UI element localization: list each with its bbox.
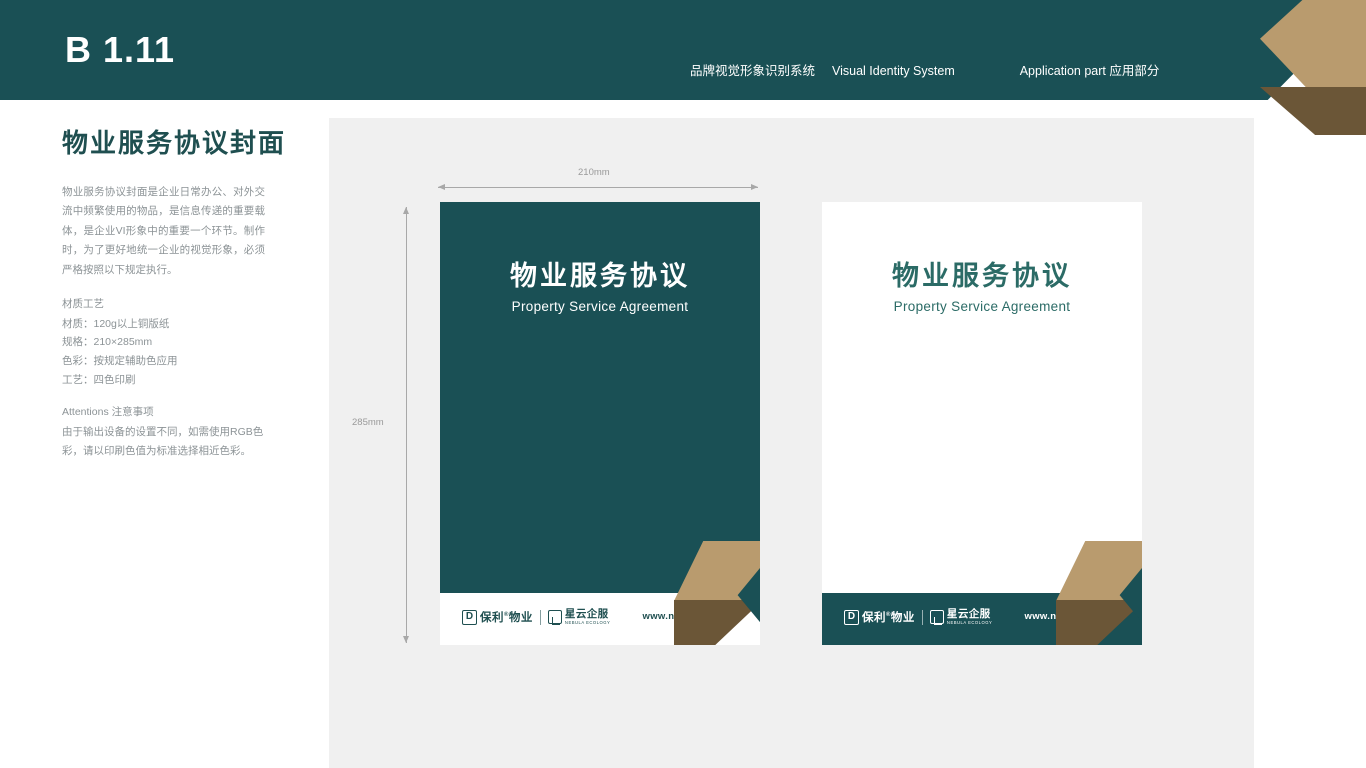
cover-preview-dark: 物业服务协议 Property Service Agreement D 保利®物… bbox=[440, 202, 760, 645]
cover-title-zone: 物业服务协议 Property Service Agreement bbox=[440, 260, 760, 314]
spec-item-size: 规格：210×285mm bbox=[62, 336, 153, 349]
dimension-width-arrow bbox=[438, 184, 758, 190]
page-code: B 1.11 bbox=[65, 29, 176, 70]
sidebar: 物业服务协议封面 物业服务协议封面是企业日常办公、对外交流中频繁使用的物品，是信… bbox=[0, 100, 329, 768]
header-meta: 品牌视觉形象识别系统 Visual Identity System Applic… bbox=[690, 60, 1159, 79]
chevron-brown-shape bbox=[1260, 87, 1366, 135]
header-section-label: Application part 应用部分 bbox=[1019, 64, 1160, 78]
nebula-mark-icon bbox=[929, 610, 944, 625]
spec-heading: 材质工艺 bbox=[62, 298, 104, 310]
logo-divider bbox=[921, 609, 923, 625]
dimension-width-label: 210mm bbox=[578, 167, 610, 178]
page-title: 物业服务协议封面 bbox=[62, 128, 287, 158]
logo-primary-text: 保利®物业 bbox=[862, 612, 915, 624]
logo-secondary-text: 星云企服 NEBULA ECOLOGY bbox=[946, 608, 993, 625]
chevron-tan-shape bbox=[1260, 0, 1366, 88]
cover-title-cn: 物业服务协议 bbox=[892, 261, 1072, 291]
chevron-brown-shape bbox=[674, 600, 760, 645]
intro-paragraph: 物业服务协议封面是企业日常办公、对外交流中频繁使用的物品，是信息传递的重要载体，… bbox=[62, 186, 265, 276]
corner-chevron-decoration bbox=[1260, 0, 1366, 135]
dimension-height-arrow bbox=[403, 207, 409, 643]
logo-lockup: D 保利®物业 星云企服 NEBULA ECOLOGY bbox=[462, 607, 610, 627]
header-meta-en: Visual Identity System bbox=[831, 64, 955, 78]
cover-preview-light: 物业服务协议 Property Service Agreement D 保利®物… bbox=[822, 202, 1142, 645]
specifications-block: 材质工艺 材质：120g以上铜版纸 规格：210×285mm 色彩：按规定辅助色… bbox=[62, 295, 277, 389]
nebula-mark-icon bbox=[547, 610, 562, 625]
header-meta-cn: 品牌视觉形象识别系统 bbox=[690, 64, 816, 78]
spec-item-process: 工艺：四色印刷 bbox=[62, 373, 136, 386]
attentions-heading: Attentions 注意事项 bbox=[62, 406, 154, 418]
logo-secondary-text: 星云企服 NEBULA ECOLOGY bbox=[564, 608, 611, 625]
cover-title-zone: 物业服务协议 Property Service Agreement bbox=[822, 260, 1142, 314]
cover-title-cn: 物业服务协议 bbox=[510, 261, 690, 291]
cover-corner-chevron bbox=[674, 541, 760, 645]
spec-item-material: 材质：120g以上铜版纸 bbox=[62, 317, 170, 330]
poly-d-mark-icon: D bbox=[844, 609, 859, 625]
poly-d-mark-icon: D bbox=[462, 609, 477, 625]
spec-item-color: 色彩：按规定辅助色应用 bbox=[62, 355, 178, 368]
dimension-height-label: 285mm bbox=[352, 417, 384, 428]
cover-title-en: Property Service Agreement bbox=[511, 298, 689, 314]
logo-lockup: D 保利®物业 星云企服 NEBULA ECOLOGY bbox=[844, 607, 992, 627]
page-header: B 1.11 品牌视觉形象识别系统 Visual Identity System… bbox=[0, 0, 1366, 100]
attentions-body: 由于输出设备的设置不同，如需使用RGB色彩，请以印刷色值为标准选择相近色彩。 bbox=[62, 425, 264, 457]
logo-divider bbox=[539, 609, 541, 625]
chevron-brown-shape bbox=[1056, 600, 1142, 645]
cover-corner-chevron bbox=[1056, 541, 1142, 645]
cover-title-en: Property Service Agreement bbox=[893, 298, 1071, 314]
attentions-block: Attentions 注意事项 由于输出设备的设置不同，如需使用RGB色彩，请以… bbox=[62, 403, 267, 461]
logo-primary-text: 保利®物业 bbox=[480, 612, 533, 624]
